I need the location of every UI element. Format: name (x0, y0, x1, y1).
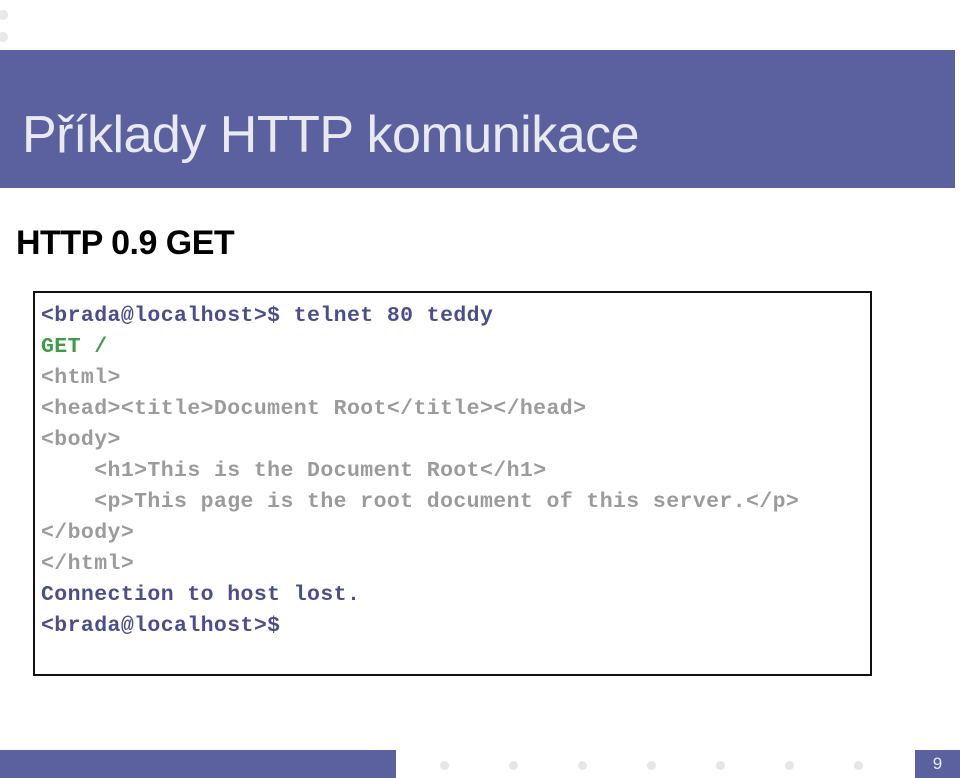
footer-dot (716, 761, 725, 770)
decorative-dot-2 (0, 32, 8, 42)
footer-dot (578, 761, 587, 770)
footer-dot (440, 761, 449, 770)
terminal-line: <body> (41, 428, 121, 452)
terminal-line: Connection to host lost. (41, 583, 361, 607)
terminal-line: <p>This page is the root document of thi… (41, 490, 800, 514)
terminal-line: <h1>This is the Document Root</h1> (41, 459, 547, 483)
terminal-line: <brada@localhost>$ (41, 614, 281, 638)
terminal-line: GET / (41, 335, 108, 359)
section-heading: HTTP 0.9 GET (16, 224, 235, 262)
terminal-line: <brada@localhost>$ telnet 80 teddy (41, 304, 494, 328)
terminal-line: <html> (41, 366, 121, 390)
slide-title-banner: Příklady HTTP komunikace (0, 50, 955, 188)
terminal-line: </body> (41, 521, 135, 545)
terminal-lines: <brada@localhost>$ telnet 80 teddy GET / <… (41, 301, 870, 642)
slide-title: Příklady HTTP komunikace (22, 106, 640, 164)
footer-dot (785, 761, 794, 770)
footer-dot-row (0, 750, 960, 778)
decorative-dot-1 (0, 10, 8, 20)
footer-dot (854, 761, 863, 770)
footer-dot (647, 761, 656, 770)
terminal-line: </html> (41, 552, 135, 576)
terminal-line: <head><title>Document Root</title></head… (41, 397, 587, 421)
terminal-code-box: <brada@localhost>$ telnet 80 teddy GET / <… (33, 291, 872, 676)
footer-dot (509, 761, 518, 770)
page-number-badge: 9 (915, 750, 960, 778)
